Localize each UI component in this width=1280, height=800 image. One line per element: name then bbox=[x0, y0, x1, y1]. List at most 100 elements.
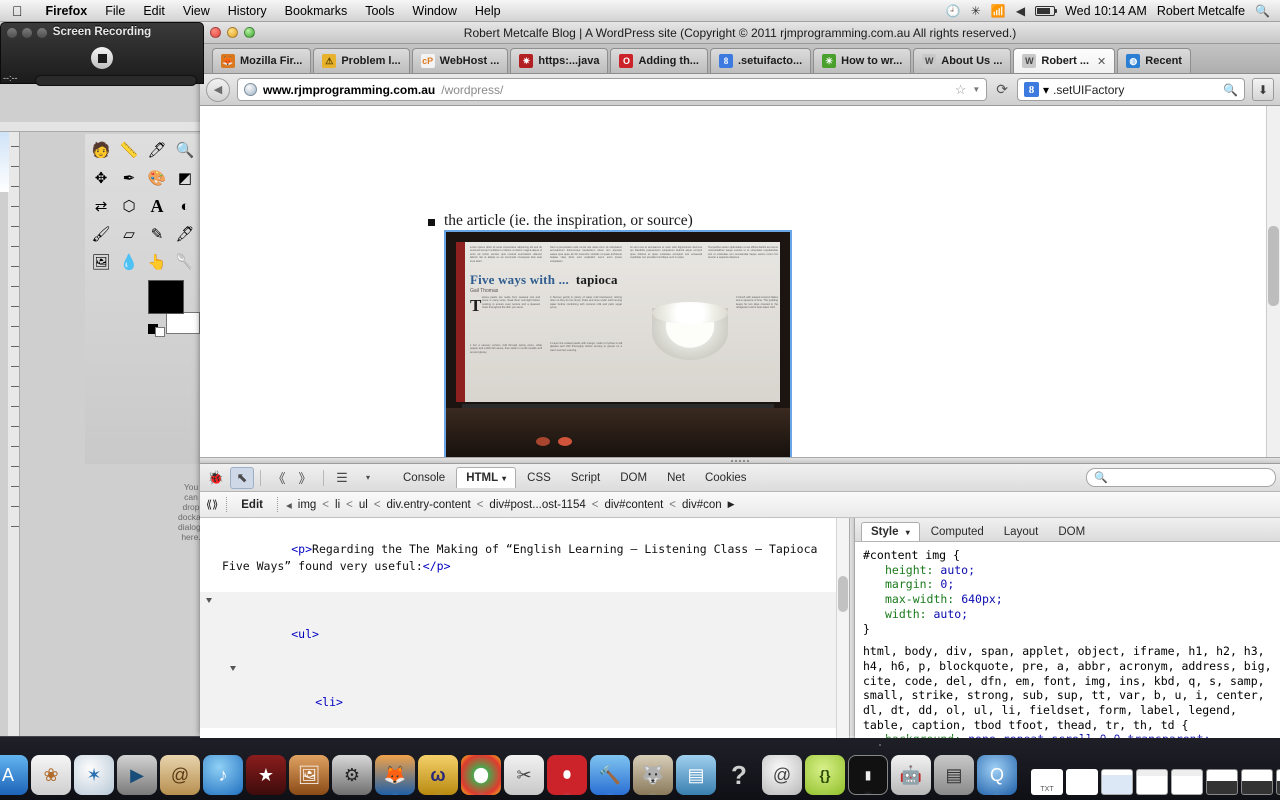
dock-minimized-firebug-window-3[interactable] bbox=[1276, 769, 1280, 795]
firebug-panel[interactable]: 🐞 ⬉ 《 》 ☰ ▾ Console HTML ▾ CSS Script DO… bbox=[200, 464, 1280, 738]
search-engine-chevron-icon[interactable]: ▾ bbox=[1043, 83, 1049, 97]
tab-adding-th[interactable]: O Adding th... bbox=[610, 48, 707, 73]
menu-firefox[interactable]: Firefox bbox=[37, 4, 97, 18]
dock-item-gimp[interactable]: 🐺 bbox=[633, 755, 673, 795]
tool-perspective-icon[interactable]: ⬡ bbox=[115, 192, 143, 220]
menu-history[interactable]: History bbox=[219, 4, 276, 18]
tool-blur-icon[interactable]: 💧 bbox=[115, 248, 143, 276]
menu-bar-clock[interactable]: Wed 10:14 AM bbox=[1065, 4, 1147, 18]
window-controls[interactable] bbox=[200, 27, 255, 38]
tab-bar[interactable]: 🦊 Mozilla Fir... ⚠ Problem l... cP WebHo… bbox=[200, 44, 1280, 74]
bookmark-star-icon[interactable]: ☆ bbox=[955, 82, 967, 98]
tool-paths-icon[interactable]: ✒ bbox=[115, 164, 143, 192]
dock-minimized-chrome-window[interactable] bbox=[1136, 769, 1168, 795]
search-input[interactable]: .setUIFactory bbox=[1053, 83, 1219, 97]
dock-item-opera[interactable]: O bbox=[547, 755, 587, 795]
navigation-toolbar[interactable]: ◀ www.rjmprogramming.com.au/wordpress/ ☆… bbox=[200, 74, 1280, 106]
battery-icon[interactable] bbox=[1035, 6, 1055, 16]
tool-clone-icon[interactable]: 🖼 bbox=[87, 248, 115, 276]
html-line-paragraph[interactable]: <p>Regarding the The Making of “English … bbox=[200, 524, 849, 592]
dock-item-text-editor[interactable]: ▤ bbox=[934, 755, 974, 795]
source-view-toggle-icon[interactable]: ⟪⟫ bbox=[206, 498, 218, 511]
expand-all-icon[interactable]: 》 bbox=[293, 467, 317, 489]
dock-item-terminal[interactable]: ▮ bbox=[848, 755, 888, 795]
dock-item-xcode[interactable]: 🔨 bbox=[590, 755, 630, 795]
back-button[interactable]: ◀ bbox=[206, 78, 230, 102]
dock-item-firefox[interactable]: 🦊 bbox=[375, 755, 415, 795]
recording-level-bar[interactable] bbox=[35, 75, 197, 86]
menu-bookmarks[interactable]: Bookmarks bbox=[276, 4, 357, 18]
minimize-window-button[interactable] bbox=[22, 28, 32, 38]
css-value[interactable]: 640px; bbox=[961, 592, 1003, 606]
gimp-foreground-background-colors[interactable] bbox=[148, 280, 200, 334]
dock-minimized-blank-window[interactable] bbox=[1066, 769, 1098, 795]
chevron-down-icon[interactable]: ▼ bbox=[972, 85, 980, 94]
style-rules[interactable]: #content img { height: auto; margin: 0; … bbox=[855, 542, 1280, 738]
downloads-button[interactable]: ⬇ bbox=[1252, 78, 1274, 101]
tool-gradient-icon[interactable]: ◩ bbox=[171, 164, 199, 192]
css-declaration[interactable]: width: auto; bbox=[863, 607, 1272, 622]
menu-window[interactable]: Window bbox=[403, 4, 465, 18]
dock-item-automator[interactable]: 🤖 bbox=[891, 755, 931, 795]
dock-item-facetime[interactable]: ▶ bbox=[117, 755, 157, 795]
minimize-window-button[interactable] bbox=[227, 27, 238, 38]
dock-item-itunes[interactable]: ♪ bbox=[203, 755, 243, 795]
close-tab-icon[interactable]: ✕ bbox=[1097, 55, 1106, 68]
html-pane-scrollbar[interactable] bbox=[836, 518, 849, 738]
tab-https-java[interactable]: ✷ https:...java bbox=[510, 48, 608, 73]
css-value[interactable]: auto; bbox=[940, 563, 975, 577]
spotlight-search-icon[interactable]: 🔍 bbox=[1255, 4, 1270, 18]
tab-console[interactable]: Console bbox=[394, 467, 454, 488]
close-window-button[interactable] bbox=[7, 28, 17, 38]
tab-mozilla-firefox[interactable]: 🦊 Mozilla Fir... bbox=[212, 48, 311, 73]
dock-item-desktop-tool[interactable]: ▤ bbox=[676, 755, 716, 795]
css-selector[interactable]: html, body, div, span, applet, object, i… bbox=[863, 644, 1272, 732]
zoom-window-button[interactable] bbox=[244, 27, 255, 38]
firebug-options-chevron-icon[interactable]: ▾ bbox=[356, 467, 380, 489]
menu-bar-user[interactable]: Robert Metcalfe bbox=[1157, 4, 1245, 18]
tab-style[interactable]: Style ▾ bbox=[861, 522, 920, 541]
breadcrumb[interactable]: ⟪⟫ Edit ◂ img < li < ul < div.entry-cont… bbox=[200, 492, 1280, 518]
firebug-logo-icon[interactable]: 🐞 bbox=[204, 467, 228, 489]
tool-blend-icon[interactable]: ◐ bbox=[171, 192, 199, 220]
tab-script[interactable]: Script bbox=[562, 467, 609, 488]
tab-net[interactable]: Net bbox=[658, 467, 694, 488]
web-page-content[interactable]: the article (ie. the inspiration, or sou… bbox=[200, 106, 1280, 457]
tab-webhost[interactable]: cP WebHost ... bbox=[412, 48, 509, 73]
tool-dodge-burn-icon[interactable]: 🥄 bbox=[171, 248, 199, 276]
dock-item-preview[interactable]: 🖼 bbox=[289, 755, 329, 795]
tab-css[interactable]: CSS bbox=[518, 467, 560, 488]
tab-html[interactable]: HTML ▾ bbox=[456, 467, 516, 488]
tool-eraser-icon[interactable]: ▱ bbox=[115, 220, 143, 248]
close-window-button[interactable] bbox=[210, 27, 221, 38]
tool-ink-icon[interactable]: 🖋 bbox=[171, 220, 199, 248]
tool-zoom-icon[interactable]: 🔍 bbox=[171, 136, 199, 164]
quicktime-window-controls[interactable] bbox=[7, 28, 47, 38]
google-search-engine-icon[interactable]: 8 bbox=[1024, 82, 1039, 97]
tool-paintbrush-icon[interactable]: 🖌 bbox=[87, 220, 115, 248]
tab-style-chevron-icon[interactable]: ▾ bbox=[906, 528, 910, 537]
tool-fuzzy-select-icon[interactable]: 🧑 bbox=[87, 136, 115, 164]
tool-text-icon[interactable]: A bbox=[143, 192, 171, 220]
collapse-twisty-icon[interactable] bbox=[206, 598, 212, 606]
inspect-element-icon[interactable]: ⬉ bbox=[230, 467, 254, 489]
tool-smudge-icon[interactable]: 👆 bbox=[143, 248, 171, 276]
dock-item-iphoto[interactable]: ❀ bbox=[31, 755, 71, 795]
breadcrumb-post[interactable]: div#post...ost-1154 bbox=[489, 499, 585, 511]
page-scrollbar[interactable] bbox=[1266, 106, 1280, 457]
firebug-horizontal-splitter[interactable] bbox=[200, 457, 1280, 464]
mac-menu-bar[interactable]:  Firefox File Edit View History Bookmar… bbox=[0, 0, 1280, 22]
style-pane[interactable]: Style ▾ Computed Layout DOM #content img… bbox=[855, 518, 1280, 738]
tab-recent[interactable]: ◍ Recent bbox=[1117, 48, 1191, 73]
reload-button[interactable]: ⟳ bbox=[994, 81, 1010, 98]
tab-computed[interactable]: Computed bbox=[922, 523, 993, 541]
tab-about-us[interactable]: W About Us ... bbox=[913, 48, 1011, 73]
tab-problem[interactable]: ⚠ Problem l... bbox=[313, 48, 409, 73]
breadcrumb-scroll-left-icon[interactable]: ◂ bbox=[286, 498, 292, 512]
css-declaration[interactable]: height: auto; bbox=[863, 563, 1272, 578]
style-pane-tabs[interactable]: Style ▾ Computed Layout DOM bbox=[855, 518, 1280, 542]
dock-item-help[interactable]: ? bbox=[719, 755, 759, 795]
breadcrumb-container[interactable]: div#con bbox=[682, 499, 722, 511]
dock-item-chrome[interactable]: ◉ bbox=[461, 755, 501, 795]
page-scrollbar-thumb[interactable] bbox=[1268, 226, 1279, 306]
